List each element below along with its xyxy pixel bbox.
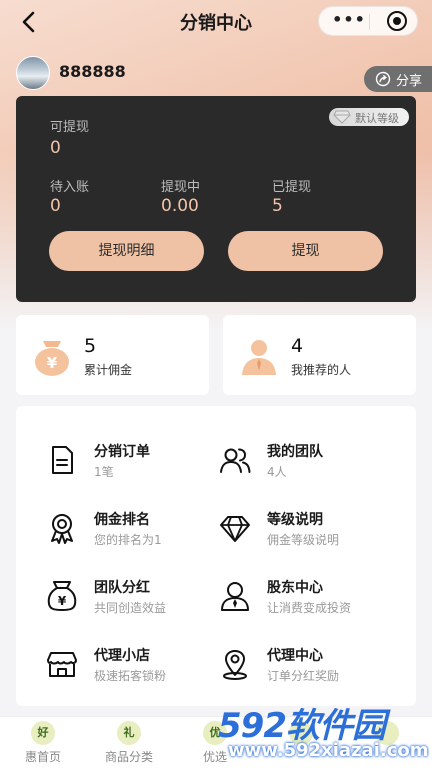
withdrawing-value: 0.00 [161, 196, 199, 216]
withdraw-button[interactable]: 提现 [228, 231, 383, 271]
withdrawable-value: 0 [50, 138, 61, 158]
withdraw-detail-button[interactable]: 提现明细 [49, 231, 204, 271]
money-bag-coin-icon: ¥ [35, 341, 69, 376]
home-tab-icon: 好 [31, 721, 55, 745]
share-icon [375, 71, 391, 87]
mini-program-capsule: ••• [318, 6, 418, 36]
svg-text:¥: ¥ [58, 594, 67, 608]
withdrawable-label: 可提现 [50, 120, 90, 135]
more-options-button[interactable]: ••• [331, 11, 367, 31]
menu-item-team-dividend[interactable]: ¥ 团队分红 共同创造效益 [18, 574, 208, 630]
menu-item-title: 代理中心 [267, 648, 323, 664]
menu-item-title: 团队分红 [94, 580, 150, 596]
referral-person-icon [242, 340, 276, 375]
function-menu-card: 分销订单 1笔 我的团队 4人 佣金排名 您的排名为1 等级说明 佣金等级说明 [16, 406, 416, 706]
menu-item-my-team[interactable]: 我的团队 4人 [191, 438, 381, 494]
menu-item-subtitle: 共同创造效益 [94, 601, 167, 615]
shareholder-icon [221, 582, 249, 611]
menu-item-title: 我的团队 [267, 444, 323, 460]
location-icon [223, 650, 247, 680]
pending-label: 待入账 [50, 180, 90, 195]
menu-item-title: 代理小店 [94, 648, 150, 664]
menu-item-title: 佣金排名 [94, 512, 150, 528]
username: 888888 [59, 62, 126, 81]
team-icon [220, 448, 251, 473]
avatar[interactable] [16, 56, 50, 90]
menu-item-distribution-orders[interactable]: 分销订单 1笔 [18, 438, 208, 494]
diamond-badge-icon [333, 110, 351, 124]
menu-item-agent-center[interactable]: 代理中心 订单分红奖励 [191, 642, 381, 698]
shop-icon [47, 652, 77, 677]
commission-label: 累计佣金 [84, 363, 133, 377]
tab-home[interactable]: 好 惠首页 [0, 721, 86, 767]
withdrawn-label: 已提现 [272, 180, 312, 195]
top-navigation-bar: 分销中心 ••• [0, 0, 432, 44]
referrals-label: 我推荐的人 [291, 363, 352, 377]
menu-item-title: 股东中心 [267, 580, 323, 596]
menu-item-subtitle: 1笔 [94, 465, 114, 479]
tab-label: 惠首页 [24, 750, 61, 764]
level-badge[interactable]: 默认等级 [329, 108, 409, 126]
menu-item-subtitle: 4人 [267, 465, 287, 479]
tab-category[interactable]: 礼 商品分类 [86, 721, 172, 767]
menu-item-subtitle: 您的排名为1 [94, 533, 162, 547]
withdrawn-value: 5 [272, 196, 283, 216]
watermark-url: www.592xiazai.com [228, 740, 429, 761]
menu-item-subtitle: 极速拓客锁粉 [94, 669, 167, 683]
wallet-card: 默认等级 可提现 0 待入账 0 提现中 0.00 已提现 5 提现明细 提现 [16, 96, 416, 302]
withdrawing-label: 提现中 [161, 180, 201, 195]
menu-item-commission-ranking[interactable]: 佣金排名 您的排名为1 [18, 506, 208, 562]
menu-item-subtitle: 佣金等级说明 [267, 533, 340, 547]
tab-label: 商品分类 [104, 750, 153, 764]
menu-item-title: 等级说明 [267, 512, 323, 528]
referrals-value: 4 [291, 335, 304, 357]
menu-item-subtitle: 订单分红奖励 [267, 669, 340, 683]
menu-item-shareholder-center[interactable]: 股东中心 让消费变成投资 [191, 574, 381, 630]
money-bag-icon: ¥ [47, 581, 77, 611]
svg-text:¥: ¥ [47, 354, 58, 372]
medal-icon [51, 514, 73, 544]
site-watermark: 592软件园 www.592xiazai.com [218, 698, 432, 768]
referrals-card[interactable]: 4 我推荐的人 [223, 315, 416, 395]
document-icon [52, 446, 73, 474]
level-badge-label: 默认等级 [355, 112, 399, 125]
commission-value: 5 [84, 335, 97, 357]
close-target-icon[interactable] [387, 11, 407, 31]
share-button[interactable]: 分享 [364, 66, 432, 92]
diamond-icon [220, 516, 250, 542]
pending-value: 0 [50, 196, 61, 216]
menu-item-level-info[interactable]: 等级说明 佣金等级说明 [191, 506, 381, 562]
capsule-divider [369, 14, 370, 30]
menu-item-title: 分销订单 [94, 444, 150, 460]
menu-item-agent-shop[interactable]: 代理小店 极速拓客锁粉 [18, 642, 208, 698]
share-label: 分享 [396, 74, 423, 89]
commission-card[interactable]: ¥ 5 累计佣金 [16, 315, 209, 395]
menu-item-subtitle: 让消费变成投资 [267, 601, 352, 615]
category-tab-icon: 礼 [117, 721, 141, 745]
